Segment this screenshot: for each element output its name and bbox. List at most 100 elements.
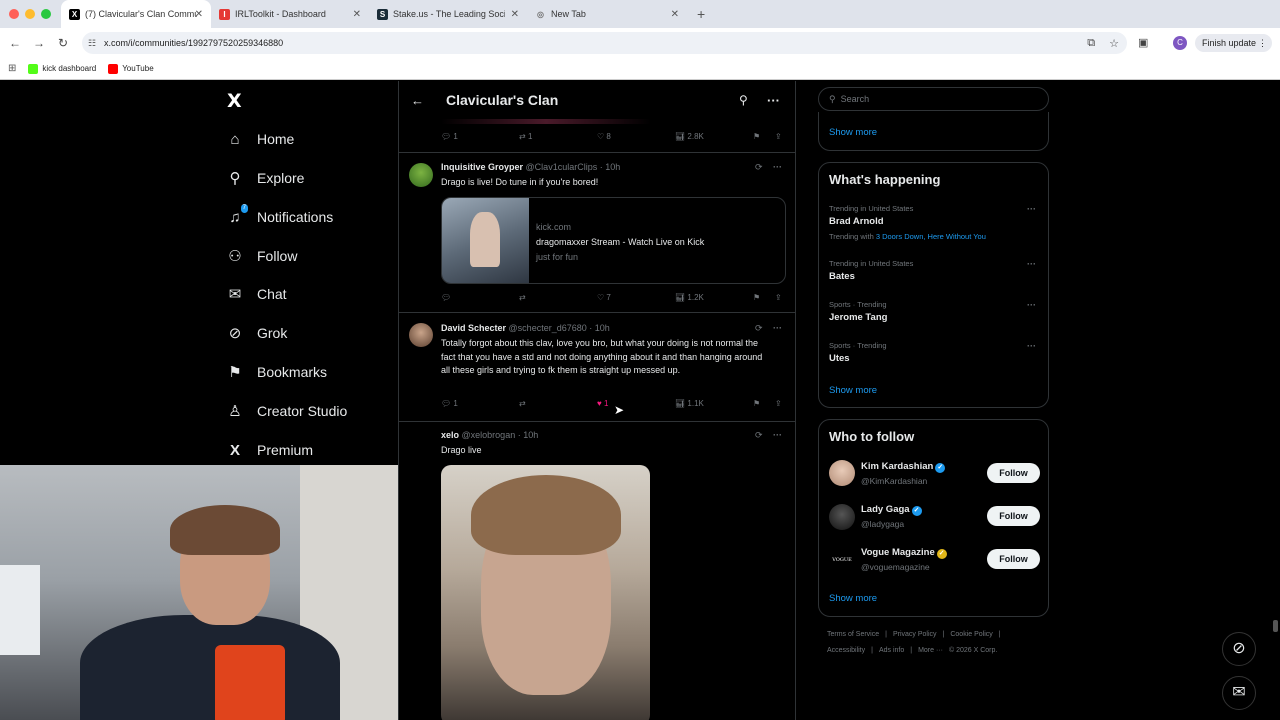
bookmark-star-icon[interactable]: ☆ xyxy=(1109,37,1119,50)
more-options-icon[interactable]: ··· xyxy=(773,430,782,440)
grok-floating-icon[interactable]: ⊘ xyxy=(1222,632,1256,666)
back-arrow-icon[interactable]: ← xyxy=(411,93,424,108)
footer-link[interactable]: Privacy Policy xyxy=(893,631,937,638)
trend-name[interactable]: Utes xyxy=(829,353,850,364)
author-name[interactable]: Inquisitive Groyper xyxy=(441,162,523,172)
reply-button[interactable]: 💬︎ xyxy=(441,293,451,302)
footer-link[interactable]: Accessibility xyxy=(827,647,865,654)
more-options-icon[interactable]: ··· xyxy=(1027,300,1036,310)
share-icon[interactable]: ⇪ xyxy=(775,132,782,141)
follow-button[interactable]: Follow xyxy=(987,463,1040,483)
bookmark-icon[interactable]: ⚑ xyxy=(753,399,760,408)
views-button[interactable]: 📊︎ 1.2K xyxy=(675,293,704,302)
close-tab-icon[interactable]: ✕ xyxy=(195,9,203,20)
side-panel-icon[interactable]: ▣ xyxy=(1138,36,1148,49)
nav-creator-studio[interactable]: ♙ Creator Studio xyxy=(225,397,347,425)
more-options-icon[interactable]: ··· xyxy=(1027,341,1036,351)
search-icon[interactable]: ⚲ xyxy=(739,93,748,107)
footer-link[interactable]: Ads info xyxy=(879,647,904,654)
nav-grok[interactable]: ⊘ Grok xyxy=(225,319,288,347)
avatar[interactable]: VOGUE xyxy=(829,547,855,573)
retweet-button[interactable]: ⇄ xyxy=(519,399,526,408)
retweet-button[interactable]: ⇄ 1 xyxy=(519,132,532,141)
nav-chat[interactable]: ✉ Chat xyxy=(225,280,287,308)
follow-button[interactable]: Follow xyxy=(987,549,1040,569)
profile-avatar[interactable]: C xyxy=(1173,36,1187,50)
more-options-icon[interactable]: ··· xyxy=(1027,204,1036,214)
more-options-icon[interactable]: ··· xyxy=(773,162,782,172)
trend-with-links[interactable]: 3 Doors Down, Here Without You xyxy=(876,232,986,241)
author-name[interactable]: David Schecter xyxy=(441,323,506,333)
nav-follow[interactable]: ⚇ Follow xyxy=(225,242,297,270)
browser-tab-stake[interactable]: S Stake.us - The Leading Socia ✕ xyxy=(369,0,527,28)
community-icon[interactable]: ⟳ xyxy=(755,162,763,173)
trend-name[interactable]: Bates xyxy=(829,271,855,282)
show-more-link[interactable]: Show more xyxy=(829,127,877,138)
bookmark-kick-dashboard[interactable]: kick dashboard xyxy=(28,63,96,74)
account-name[interactable]: Kim Kardashian ✓ xyxy=(861,461,946,473)
share-icon[interactable]: ⇪ xyxy=(775,399,782,408)
more-options-icon[interactable]: ··· xyxy=(767,93,780,108)
account-name[interactable]: Lady Gaga ✓ xyxy=(861,504,922,516)
bookmark-icon[interactable]: ⚑ xyxy=(753,132,760,141)
views-button[interactable]: 📊︎ 2.8K xyxy=(675,132,704,141)
footer-link[interactable]: More ··· xyxy=(918,647,943,654)
nav-bookmarks[interactable]: ⚑ Bookmarks xyxy=(225,358,327,386)
scrollbar[interactable] xyxy=(1273,620,1278,632)
community-icon[interactable]: ⟳ xyxy=(755,430,763,441)
new-tab-plus-icon[interactable]: + xyxy=(697,6,705,22)
community-icon[interactable]: ⟳ xyxy=(755,323,763,334)
back-arrow-icon[interactable]: ← xyxy=(3,36,27,50)
close-tab-icon[interactable]: ✕ xyxy=(511,9,519,20)
finish-update-button[interactable]: Finish update ⋮ xyxy=(1195,34,1273,52)
retweet-button[interactable]: ⇄ xyxy=(519,293,526,302)
trend-name[interactable]: Jerome Tang xyxy=(829,312,887,323)
close-tab-icon[interactable]: ✕ xyxy=(671,9,679,20)
site-settings-icon[interactable]: ☷ xyxy=(88,38,96,49)
author-handle[interactable]: @schecter_d67680 · 10h xyxy=(509,323,610,333)
author-name[interactable]: xelo xyxy=(441,430,459,440)
footer-link[interactable]: Cookie Policy xyxy=(950,631,992,638)
search-input[interactable]: ⚲ Search xyxy=(818,87,1049,111)
browser-tab-newtab[interactable]: ◎ New Tab ✕ xyxy=(527,0,687,28)
avatar[interactable] xyxy=(829,504,855,530)
forward-arrow-icon[interactable]: → xyxy=(27,36,51,50)
minimize-window-button[interactable] xyxy=(25,9,35,19)
like-button[interactable]: ♡ 8 xyxy=(597,132,611,141)
install-app-icon[interactable]: ⧉ xyxy=(1087,37,1095,50)
browser-tab-x[interactable]: X (7) Clavicular's Clan Commun ✕ xyxy=(61,0,211,28)
share-icon[interactable]: ⇪ xyxy=(775,293,782,302)
apps-grid-icon[interactable]: ⊞ xyxy=(8,63,16,74)
bookmark-youtube[interactable]: YouTube xyxy=(108,63,154,74)
show-more-link[interactable]: Show more xyxy=(829,385,877,396)
link-card[interactable]: kick.com dragomaxxer Stream - Watch Live… xyxy=(441,197,786,284)
browser-tab-irltoolkit[interactable]: I IRLToolkit - Dashboard ✕ xyxy=(211,0,369,28)
nav-explore[interactable]: ⚲ Explore xyxy=(225,164,305,192)
footer-link[interactable]: Terms of Service xyxy=(827,631,879,638)
nav-notifications[interactable]: ♫ 7 Notifications xyxy=(225,203,333,231)
nav-home[interactable]: ⌂ Home xyxy=(225,125,294,153)
avatar[interactable] xyxy=(409,323,433,347)
zoom-window-button[interactable] xyxy=(41,9,51,19)
author-handle[interactable]: @xelobrogan · 10h xyxy=(462,430,539,440)
close-tab-icon[interactable]: ✕ xyxy=(353,9,361,20)
more-options-icon[interactable]: ··· xyxy=(773,323,782,333)
close-window-button[interactable] xyxy=(9,9,19,19)
reload-icon[interactable]: ↻ xyxy=(51,36,75,50)
views-button[interactable]: 📊︎ 1.1K xyxy=(675,399,704,408)
like-button[interactable]: ♥ 1 xyxy=(597,399,608,408)
x-logo[interactable]: X xyxy=(227,90,242,112)
author-handle[interactable]: @Clav1cularClips · 10h xyxy=(526,162,621,172)
trend-name[interactable]: Brad Arnold xyxy=(829,216,884,227)
bookmark-icon[interactable]: ⚑ xyxy=(753,293,760,302)
like-button[interactable]: ♡ 7 xyxy=(597,293,611,302)
avatar[interactable] xyxy=(829,460,855,486)
nav-premium[interactable]: X Premium xyxy=(225,436,313,464)
show-more-link[interactable]: Show more xyxy=(829,593,877,604)
account-name[interactable]: Vogue Magazine ✓ xyxy=(861,547,947,559)
address-bar[interactable]: ☷ x.com/i/communities/199279752025934688… xyxy=(82,32,1127,54)
reply-button[interactable]: 💬︎ 1 xyxy=(441,132,458,141)
reply-button[interactable]: 💬︎ 1 xyxy=(441,399,458,408)
more-options-icon[interactable]: ··· xyxy=(1027,259,1036,269)
tweet-video[interactable] xyxy=(441,465,650,720)
